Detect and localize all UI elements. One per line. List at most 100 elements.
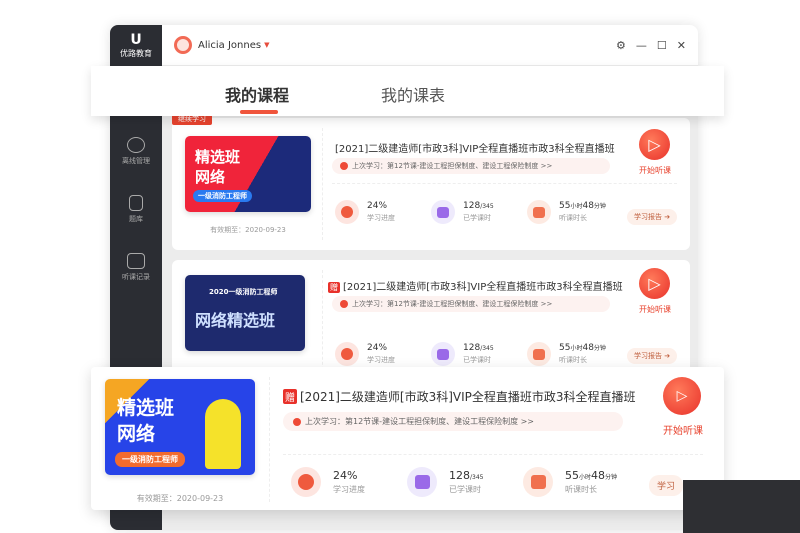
stat-label: 已学课时 xyxy=(463,356,491,364)
stat-label: 已学课时 xyxy=(449,485,481,494)
thumb-title: 网络 xyxy=(195,168,226,186)
play-icon: ▷ xyxy=(648,274,661,293)
start-play-button[interactable]: ▷ xyxy=(663,377,701,415)
progress-icon xyxy=(335,200,359,224)
course-card: 精选班 网络 一级消防工程师 有效期至：2020-09-23 [2021]二级建… xyxy=(172,118,690,250)
sidebar-item-question-bank[interactable]: 题库 xyxy=(110,195,162,224)
thumb-title: 网络精选班 xyxy=(195,311,276,330)
last-study-link[interactable]: 上次学习：第12节课-建设工程担保制度、建设工程保险制度 >> xyxy=(332,296,610,312)
progress-value: 24% xyxy=(333,469,358,482)
user-name[interactable]: Alicia Jonnes xyxy=(198,40,261,51)
lessons-stat: 128/345 已学课时 xyxy=(431,200,494,224)
last-study-link[interactable]: 上次学习：第12节课-建设工程担保制度、建设工程保险制度 >> xyxy=(332,158,610,174)
course-card-highlighted: 精选班 网络 一级消防工程师 有效期至：2020-09-23 赠 [2021]二级… xyxy=(91,367,724,510)
tab-my-courses[interactable]: 我的课程 xyxy=(225,82,289,106)
progress-icon xyxy=(335,342,359,366)
active-tab-indicator xyxy=(240,110,278,114)
play-dot-icon xyxy=(340,162,348,170)
report-label: 学习报告 xyxy=(634,213,662,221)
course-title-text: [2021]二级建造师[市政3科]VIP全程直播班市政3科全程直播班 xyxy=(343,282,623,293)
play-dot-icon xyxy=(340,300,348,308)
course-title[interactable]: 赠 [2021]二级建造师[市政3科]VIP全程直播班市政3科全程直播班 xyxy=(283,388,636,405)
time-icon xyxy=(527,342,551,366)
lessons-icon xyxy=(431,342,455,366)
avatar[interactable] xyxy=(174,36,192,54)
stat-label: 学习进度 xyxy=(367,356,395,364)
stat-label: 听课时长 xyxy=(565,485,597,494)
progress-stat: 24% 学习进度 xyxy=(335,342,395,366)
course-title[interactable]: 赠 [2021]二级建造师[市政3科]VIP全程直播班市政3科全程直播班 xyxy=(328,278,623,293)
progress-icon xyxy=(291,467,321,497)
gift-badge: 赠 xyxy=(283,389,297,404)
sidebar-item-label: 听课记录 xyxy=(122,273,150,281)
thumb-subtitle: 2020一级消防工程师 xyxy=(209,288,278,296)
progress-value: 24% xyxy=(367,343,388,353)
course-thumbnail[interactable]: 精选班 网络 一级消防工程师 xyxy=(185,136,311,212)
course-title[interactable]: [2021]二级建造师[市政3科]VIP全程直播班市政3科全程直播班 xyxy=(335,140,615,155)
tab-my-schedule[interactable]: 我的课表 xyxy=(381,82,445,106)
lessons-icon xyxy=(431,200,455,224)
progress-value: 24% xyxy=(367,201,388,211)
stat-label: 已学课时 xyxy=(463,214,491,222)
lessons-total: /345 xyxy=(480,203,494,210)
last-study-text: 上次学习：第12节课-建设工程担保制度、建设工程保险制度 >> xyxy=(305,417,535,426)
report-label: 学习报告 xyxy=(634,352,662,360)
stat-label: 听课时长 xyxy=(559,356,587,364)
title-bar: Alicia Jonnes ▼ ⚙ — ☐ ✕ xyxy=(162,25,698,65)
lessons-icon xyxy=(407,467,437,497)
illustration xyxy=(205,399,241,469)
gift-badge: 赠 xyxy=(328,282,340,293)
time-stat: 55小时48分钟 听课时长 xyxy=(527,200,606,224)
last-study-link[interactable]: 上次学习：第12节课-建设工程担保制度、建设工程保险制度 >> xyxy=(283,412,623,431)
last-study-text: 上次学习：第12节课-建设工程担保制度、建设工程保险制度 >> xyxy=(352,162,553,170)
minimize-icon[interactable]: — xyxy=(636,39,647,52)
start-label[interactable]: 开始听课 xyxy=(639,304,671,315)
lessons-stat: 128/345 已学课时 xyxy=(431,342,494,366)
play-dot-icon xyxy=(293,417,301,426)
course-title-text: [2021]二级建造师[市政3科]VIP全程直播班市政3科全程直播班 xyxy=(300,390,636,404)
time-icon xyxy=(527,200,551,224)
close-icon[interactable]: ✕ xyxy=(677,39,686,52)
thumb-title: 网络 xyxy=(117,423,156,445)
caret-down-icon[interactable]: ▼ xyxy=(264,41,269,49)
sidebar-item-label: 离线管理 xyxy=(122,157,150,165)
thumb-title: 精选班 xyxy=(117,397,175,419)
sidebar-item-label: 题库 xyxy=(129,215,143,223)
thumb-title: 精选班 xyxy=(195,148,241,166)
start-play-button[interactable]: ▷ xyxy=(639,129,670,160)
cloud-download-icon xyxy=(127,137,145,153)
stat-label: 听课时长 xyxy=(559,214,587,222)
tab-bar: 我的课程 我的课表 xyxy=(91,66,724,116)
study-report-button[interactable]: 学习 xyxy=(649,475,684,496)
maximize-icon[interactable]: ☐ xyxy=(657,39,667,52)
start-label[interactable]: 开始听课 xyxy=(663,422,703,437)
gear-icon[interactable]: ⚙ xyxy=(616,39,626,52)
thumb-subtitle: 一级消防工程师 xyxy=(193,190,252,202)
valid-date: 有效期至：2020-09-23 xyxy=(136,494,224,503)
sidebar-item-history[interactable]: 听课记录 xyxy=(110,253,162,282)
lessons-done: 128 xyxy=(463,201,481,211)
history-icon xyxy=(127,253,145,269)
last-study-text: 上次学习：第12节课-建设工程担保制度、建设工程保险制度 >> xyxy=(352,300,553,308)
logo: U 优路教育 xyxy=(120,31,152,58)
course-thumbnail[interactable]: 精选班 网络 一级消防工程师 xyxy=(105,379,255,475)
course-thumbnail[interactable]: 2020一级消防工程师 网络精选班 xyxy=(185,275,305,351)
study-report-button[interactable]: 学习报告 ➔ xyxy=(627,348,678,364)
play-icon: ▷ xyxy=(676,388,688,404)
logo-text: 优路教育 xyxy=(120,48,152,58)
stat-label: 学习进度 xyxy=(333,485,365,494)
start-play-button[interactable]: ▷ xyxy=(639,268,670,299)
progress-stat: 24% 学习进度 xyxy=(335,200,395,224)
start-label[interactable]: 开始听课 xyxy=(639,165,671,176)
document-icon xyxy=(129,195,143,211)
play-icon: ▷ xyxy=(648,135,661,154)
time-stat: 55小时48分钟 听课时长 xyxy=(523,467,617,497)
thumb-subtitle: 一级消防工程师 xyxy=(115,452,185,467)
time-stat: 55小时48分钟 听课时长 xyxy=(527,342,606,366)
sidebar-item-offline[interactable]: 离线管理 xyxy=(110,137,162,166)
study-report-button[interactable]: 学习报告 ➔ xyxy=(627,209,678,225)
report-label: 学习 xyxy=(657,482,676,492)
stat-label: 学习进度 xyxy=(367,214,395,222)
dark-overlay-block xyxy=(683,480,800,533)
valid-date: 有效期至：2020-09-23 xyxy=(210,226,286,234)
